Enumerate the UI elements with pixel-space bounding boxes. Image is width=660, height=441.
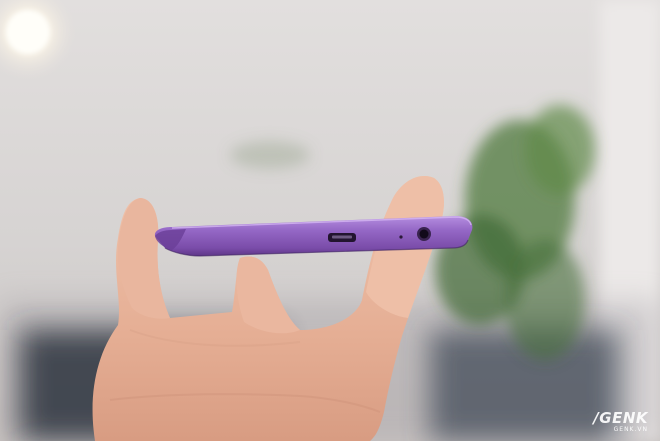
watermark-domain: GENK.VN xyxy=(613,426,648,433)
microusb-port-inner xyxy=(332,235,352,239)
microphone-hole xyxy=(399,235,403,239)
genk-watermark: /GENK GENK.VN xyxy=(593,411,648,433)
headphone-jack xyxy=(419,229,429,239)
light-core xyxy=(6,10,50,54)
photo-scene: /GENK GENK.VN xyxy=(0,0,660,441)
photo-illustration xyxy=(0,0,660,441)
watermark-brand: /GENK xyxy=(593,409,648,427)
